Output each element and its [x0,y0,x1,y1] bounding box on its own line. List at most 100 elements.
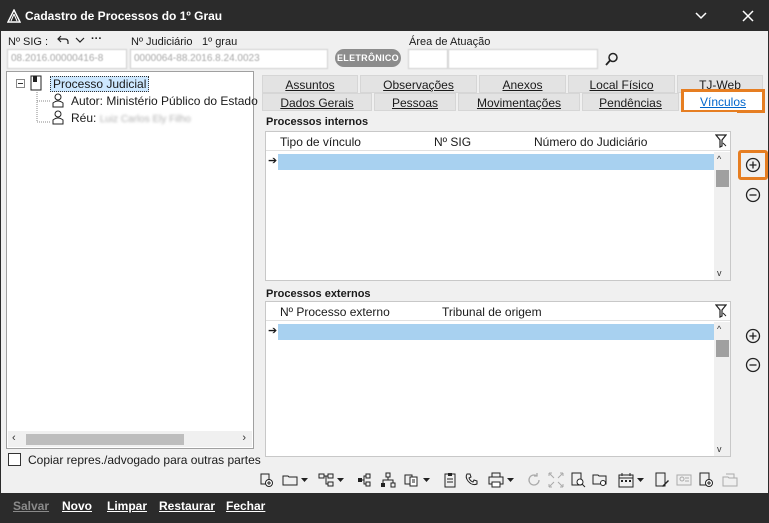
internos-title: Processos internos [266,116,369,128]
judiciario-field[interactable]: 0000064-88.2016.8.24.0023 [130,49,328,69]
network-icon[interactable] [379,471,397,489]
scroll-thumb[interactable] [716,340,729,357]
tab-movimentacoes[interactable]: Movimentações [458,93,580,111]
externos-new-row[interactable] [278,324,714,340]
plus-circle-icon [745,157,761,173]
close-icon[interactable] [731,1,765,31]
col-n-sig[interactable]: Nº SIG [434,135,471,149]
internos-grid[interactable]: Tipo de vínculo Nº SIG Número do Judiciá… [265,131,731,281]
eletronico-badge: ELETRÔNICO [335,49,401,67]
add-document-icon[interactable] [697,471,715,489]
hierarchy-icon[interactable] [317,471,335,489]
fechar-button[interactable]: Fechar [226,499,265,513]
scroll-up-icon[interactable]: ^ [717,324,721,334]
col-numero-judiciario[interactable]: Número do Judiciário [534,135,647,149]
filter-icon[interactable] [715,304,727,318]
tree-item-reu[interactable]: Réu: Luiz Carlos Ely Filho [71,111,191,125]
add-externo-button[interactable] [743,326,763,346]
tab-vinculos[interactable]: Vínculos [681,89,765,113]
salvar-button[interactable]: Salvar [13,499,49,513]
tab-anexos[interactable]: Anexos [479,75,566,93]
expand-icon [547,471,565,489]
more-icon[interactable]: ··· [91,33,102,45]
sig-field[interactable]: 08.2016.00000416-8 [7,49,127,69]
judiciario-label: Nº Judiciário [131,36,193,48]
bottom-action-bar: Salvar Novo Limpar Restaurar Fechar [1,493,768,522]
grau-label: 1º grau [202,36,238,48]
internos-new-row[interactable] [278,154,714,170]
phone-icon[interactable] [463,471,481,489]
main-window: Cadastro de Processos do 1º Grau Nº SIG … [0,0,769,523]
app-logo-icon [7,9,21,23]
print-icon[interactable] [487,471,505,489]
limpar-button[interactable]: Limpar [107,499,147,513]
title-bar: Cadastro de Processos do 1º Grau [1,1,768,31]
copy-checkbox-label: Copiar repres./advogado para outras part… [28,453,261,467]
scroll-thumb[interactable] [26,434,184,445]
refresh-icon [525,471,543,489]
scroll-up-icon[interactable]: ^ [717,154,721,164]
add-interno-button[interactable] [743,155,763,175]
restaurar-button[interactable]: Restaurar [159,499,215,513]
scroll-down-icon[interactable]: v [717,444,722,454]
contact-icon [675,471,693,489]
archive-icon [721,471,739,489]
col-tipo-vinculo[interactable]: Tipo de vínculo [280,135,361,149]
collapse-icon[interactable] [16,79,25,88]
chevron-down-icon[interactable] [684,1,718,31]
structure-icon[interactable] [355,471,373,489]
chevron-down-icon[interactable] [335,471,345,489]
folder-icon[interactable] [281,471,299,489]
tree-item-autor[interactable]: Autor: Ministério Público do Estado [71,94,258,108]
scroll-thumb[interactable] [716,170,729,187]
externos-title: Processos externos [266,288,371,300]
scroll-down-icon[interactable]: v [717,268,722,278]
scroll-left-icon[interactable]: ‹ [12,432,16,444]
remove-interno-button[interactable] [743,185,763,205]
clipboard-icon[interactable] [441,471,459,489]
search-document-icon[interactable] [569,471,587,489]
chevron-down-icon[interactable] [75,37,85,44]
tree-item-processo[interactable]: Processo Judicial [50,76,150,92]
tree-horizontal-scrollbar[interactable]: ‹ › [8,431,252,447]
copy-checkbox[interactable] [8,453,21,466]
internos-vertical-scrollbar[interactable]: ^ v [714,152,730,280]
col-n-processo-externo[interactable]: Nº Processo externo [280,305,390,319]
action-toolbar [257,469,767,491]
externos-vertical-scrollbar[interactable]: ^ v [714,322,730,456]
chevron-down-icon[interactable] [635,471,645,489]
chevron-down-icon[interactable] [505,471,515,489]
documents-icon[interactable] [403,471,421,489]
externos-header: Nº Processo externo Tribunal de origem [266,302,730,321]
novo-button[interactable]: Novo [62,499,92,513]
folder-search-icon[interactable] [591,471,609,489]
tab-dados-gerais[interactable]: Dados Gerais [262,93,372,111]
tab-assuntos[interactable]: Assuntos [262,75,358,93]
chevron-down-icon[interactable] [421,471,431,489]
area-code-field[interactable] [408,49,448,69]
vinculos-panel: Processos internos Tipo de vínculo Nº SI… [261,112,737,462]
copy-process-icon[interactable] [257,471,275,489]
plus-circle-icon [745,328,761,344]
chevron-down-icon[interactable] [299,471,309,489]
scroll-right-icon[interactable]: › [242,432,246,444]
search-icon[interactable] [605,52,619,66]
reu-label: Réu: [71,111,97,125]
edit-document-icon[interactable] [653,471,671,489]
row-pointer-icon: ➔ [268,325,278,337]
row-pointer-icon: ➔ [268,155,278,167]
externos-grid[interactable]: Nº Processo externo Tribunal de origem ➔… [265,301,731,457]
tab-pessoas[interactable]: Pessoas [374,93,456,111]
area-field[interactable] [448,49,598,69]
tab-observacoes[interactable]: Observações [360,75,477,93]
undo-icon[interactable] [57,35,69,45]
window-title: Cadastro de Processos do 1º Grau [25,9,223,23]
process-tree[interactable]: Processo Judicial Autor: Ministério Públ… [6,71,258,449]
tab-pendencias[interactable]: Pendências [582,93,679,111]
tab-local-fisico[interactable]: Local Físico [568,75,675,93]
reu-name: Luiz Carlos Ely Filho [99,114,191,125]
filter-icon[interactable] [715,134,727,148]
calendar-icon[interactable] [617,471,635,489]
col-tribunal-origem[interactable]: Tribunal de origem [442,305,542,319]
remove-externo-button[interactable] [743,355,763,375]
